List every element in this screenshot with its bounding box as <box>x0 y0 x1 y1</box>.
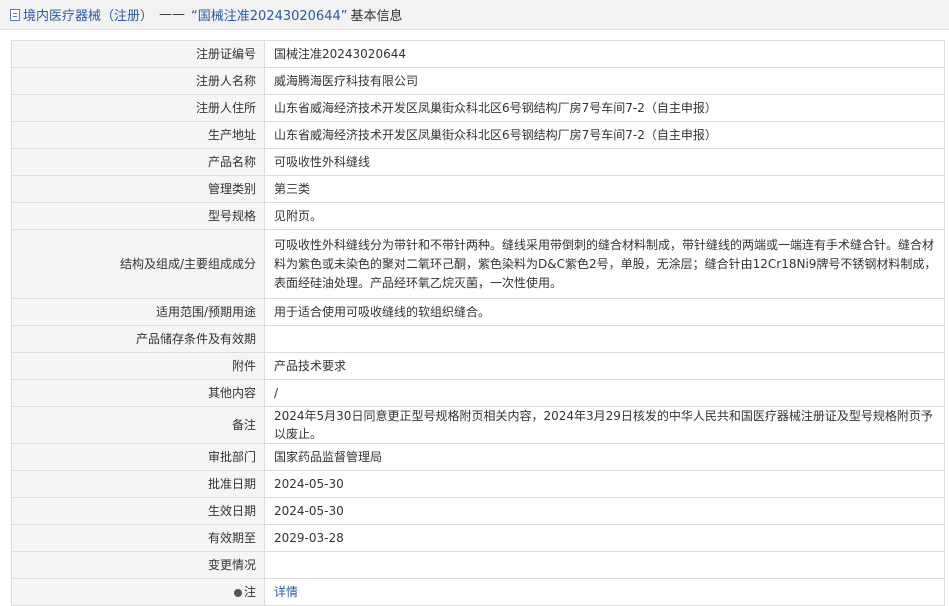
table-row-registrant-address: 注册人住所 山东省威海经济技术开发区凤巢街众科北区6号钢结构厂房7号车间7-2（… <box>11 94 945 122</box>
table-row-product-name: 产品名称 可吸收性外科缝线 <box>11 148 945 176</box>
row-label: 管理类别 <box>11 175 265 203</box>
row-value <box>264 325 945 353</box>
row-value: 国家药品监督管理局 <box>264 443 945 471</box>
row-label: 注册人住所 <box>11 94 265 122</box>
row-label: 注册人名称 <box>11 67 265 95</box>
row-value: / <box>264 379 945 407</box>
row-label: 其他内容 <box>11 379 265 407</box>
table-row-model-spec: 型号规格 见附页。 <box>11 202 945 230</box>
row-label: 注册证编号 <box>11 40 265 68</box>
row-value: 威海腾海医疗科技有限公司 <box>264 67 945 95</box>
row-value: 2024-05-30 <box>264 497 945 525</box>
row-value: 2024年5月30日同意更正型号规格附页相关内容，2024年3月29日核发的中华… <box>264 406 945 444</box>
table-row-change-status: 变更情况 <box>11 551 945 579</box>
row-label: 备注 <box>11 406 265 444</box>
row-label: 生产地址 <box>11 121 265 149</box>
row-label: 附件 <box>11 352 265 380</box>
detail-title: “国械注准20243020644” <box>191 9 348 24</box>
table-row-registrant-name: 注册人名称 威海腾海医疗科技有限公司 <box>11 67 945 95</box>
table-row-structure-composition: 结构及组成/主要组成成分 可吸收性外科缝线分为带针和不带针两种。缝线采用带倒刺的… <box>11 229 945 299</box>
note-icon <box>233 589 242 597</box>
row-label: 结构及组成/主要组成成分 <box>11 229 265 299</box>
table-row-management-class: 管理类别 第三类 <box>11 175 945 203</box>
table-row-expiry-date: 有效期至 2029-03-28 <box>11 524 945 552</box>
row-value: 2029-03-28 <box>264 524 945 552</box>
page-header: 境内医疗器械（注册） —— “国械注准20243020644” 基本信息 <box>0 0 949 30</box>
breadcrumb-separator: —— <box>159 7 186 22</box>
row-value: 2024-05-30 <box>264 470 945 498</box>
table-row-approval-department: 审批部门 国家药品监督管理局 <box>11 443 945 471</box>
row-value: 山东省威海经济技术开发区凤巢街众科北区6号钢结构厂房7号车间7-2（自主申报） <box>264 121 945 149</box>
row-value: 可吸收性外科缝线 <box>264 148 945 176</box>
row-label: 有效期至 <box>11 524 265 552</box>
row-label-text: 注 <box>243 585 256 599</box>
row-value: 用于适合使用可吸收缝线的软组织缝合。 <box>264 298 945 326</box>
row-label: 审批部门 <box>11 443 265 471</box>
table-row-remarks: 备注 2024年5月30日同意更正型号规格附页相关内容，2024年3月29日核发… <box>11 406 945 444</box>
row-label: 批准日期 <box>11 470 265 498</box>
row-label: 变更情况 <box>11 551 265 579</box>
table-row-production-address: 生产地址 山东省威海经济技术开发区凤巢街众科北区6号钢结构厂房7号车间7-2（自… <box>11 121 945 149</box>
detail-table: 注册证编号 国械注准20243020644 注册人名称 威海腾海医疗科技有限公司… <box>11 40 945 606</box>
row-label-note: 注 <box>11 578 265 606</box>
row-value: 可吸收性外科缝线分为带针和不带针两种。缝线采用带倒刺的缝合材料制成，带针缝线的两… <box>264 229 945 299</box>
table-row-storage-validity: 产品储存条件及有效期 <box>11 325 945 353</box>
table-row-other-content: 其他内容 / <box>11 379 945 407</box>
row-label: 产品储存条件及有效期 <box>11 325 265 353</box>
table-row-effective-date: 生效日期 2024-05-30 <box>11 497 945 525</box>
row-value: 山东省威海经济技术开发区凤巢街众科北区6号钢结构厂房7号车间7-2（自主申报） <box>264 94 945 122</box>
row-value: 第三类 <box>264 175 945 203</box>
document-icon <box>10 8 20 21</box>
row-value: 国械注准20243020644 <box>264 40 945 68</box>
row-value: 产品技术要求 <box>264 352 945 380</box>
row-label: 适用范围/预期用途 <box>11 298 265 326</box>
row-value: 详情 <box>264 578 945 606</box>
table-row-reg-number: 注册证编号 国械注准20243020644 <box>11 40 945 68</box>
table-row-attachment: 附件 产品技术要求 <box>11 352 945 380</box>
row-label: 型号规格 <box>11 202 265 230</box>
detail-title-suffix: 基本信息 <box>350 9 403 24</box>
row-value <box>264 551 945 579</box>
details-link[interactable]: 详情 <box>274 585 298 599</box>
row-label: 生效日期 <box>11 497 265 525</box>
table-row-note: 注 详情 <box>11 578 945 606</box>
table-row-intended-use: 适用范围/预期用途 用于适合使用可吸收缝线的软组织缝合。 <box>11 298 945 326</box>
table-row-approval-date: 批准日期 2024-05-30 <box>11 470 945 498</box>
row-label: 产品名称 <box>11 148 265 176</box>
breadcrumb-category-link[interactable]: 境内医疗器械（注册） <box>23 5 153 24</box>
row-value: 见附页。 <box>264 202 945 230</box>
